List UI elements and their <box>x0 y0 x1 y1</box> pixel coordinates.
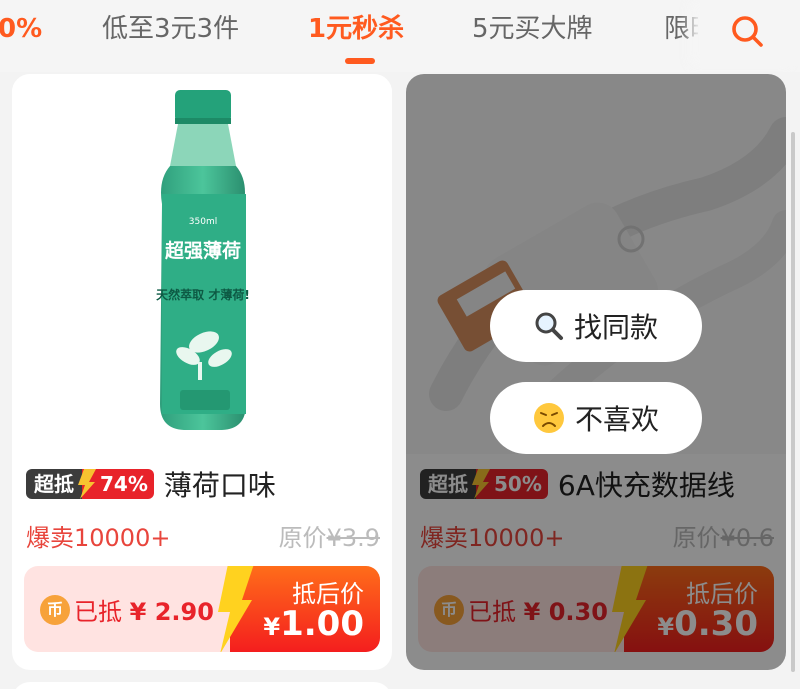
original-price: 原价¥3.9 <box>279 518 380 553</box>
active-tab-indicator <box>345 58 375 64</box>
price-lightning-icon <box>218 566 254 652</box>
original-price-value: ¥3.9 <box>326 524 380 552</box>
next-card-peek <box>12 682 392 689</box>
find-similar-button[interactable]: 找同款 <box>490 290 702 362</box>
card-dim-overlay[interactable] <box>406 74 786 670</box>
deducted-amount: 已抵 ¥ 2.90 <box>74 592 214 627</box>
original-price-label: 原价 <box>278 524 327 552</box>
frown-face-icon <box>533 403 564 433</box>
search-button[interactable] <box>700 0 800 66</box>
scrollbar[interactable] <box>791 132 795 672</box>
final-price-value: 1.00 <box>280 604 364 644</box>
deducted-label: 已抵 <box>74 598 122 626</box>
tab-3-for-3[interactable]: 低至3元3件 <box>102 12 239 46</box>
tab-1-yuan-flash-sale[interactable]: 1元秒杀 <box>308 12 404 46</box>
dislike-label: 不喜欢 <box>574 403 659 436</box>
category-tab-bar: 0% 低至3元3件 1元秒杀 5元买大牌 限时 <box>0 0 800 72</box>
final-price: ¥1.00 <box>263 604 364 644</box>
product-card[interactable]: 350ml 超强薄荷 天然萃取 才薄荷! 超抵 74% 薄荷口味 爆卖10000… <box>12 74 392 670</box>
dislike-button[interactable]: 不喜欢 <box>490 382 702 454</box>
deducted-value: ¥ 2.90 <box>129 598 214 626</box>
tab-partial-left[interactable]: 0% <box>0 12 42 46</box>
bottle-brand-small: 350ml <box>189 217 217 227</box>
price-bar[interactable]: 币 已抵 ¥ 2.90 抵后价 ¥1.00 <box>24 566 380 652</box>
search-icon <box>732 16 763 47</box>
tab-5-yuan-brand[interactable]: 5元买大牌 <box>472 12 593 46</box>
sales-count: 爆卖10000+ <box>26 524 171 552</box>
badge-percent: 74% <box>96 469 154 499</box>
find-similar-label: 找同款 <box>573 311 658 344</box>
product-title-row: 超抵 74% 薄荷口味 <box>26 464 276 504</box>
final-currency: ¥ <box>263 613 281 641</box>
mint-drink-bottle-image: 350ml 超强薄荷 天然萃取 才薄荷! <box>156 90 250 430</box>
tab-limited-clip: 限时 <box>664 12 698 48</box>
discount-badge: 超抵 74% <box>26 469 154 499</box>
bottle-title: 超强薄荷 <box>164 239 241 262</box>
coin-icon: 币 <box>40 595 70 625</box>
tab-limited-time[interactable]: 限时 <box>664 14 698 44</box>
bottle-slogan: 天然萃取 才薄荷! <box>156 287 250 302</box>
badge-lightning-icon <box>78 469 96 499</box>
badge-super-deduct: 超抵 <box>26 469 82 499</box>
magnifier-icon <box>535 312 563 340</box>
product-image[interactable]: 350ml 超强薄荷 天然萃取 才薄荷! <box>12 74 392 454</box>
product-title[interactable]: 薄荷口味 <box>164 464 276 504</box>
